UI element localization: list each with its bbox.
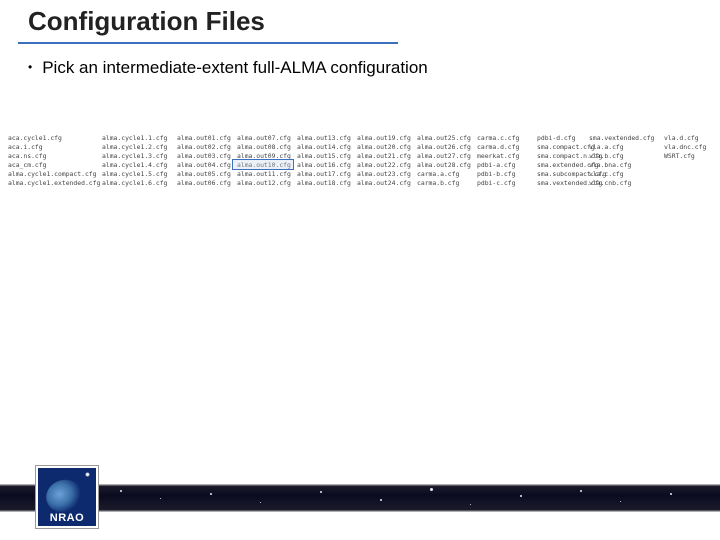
file-cell: alma.cycle1.2.cfg (102, 143, 177, 152)
file-cell: vla.b.cfg (589, 152, 664, 161)
file-cell: aca.cycle1.cfg (8, 134, 102, 143)
file-cell: sma.subcompact.cfg (537, 170, 589, 179)
file-cell: alma.out23.cfg (357, 170, 417, 179)
file-cell: aca_cm.cfg (8, 161, 102, 170)
file-cell: alma.out08.cfg (237, 143, 297, 152)
file-cell: pdbi-c.cfg (477, 179, 537, 188)
file-cell: vla.d.cfg (664, 134, 719, 143)
file-cell: alma.out26.cfg (417, 143, 477, 152)
file-cell: alma.cycle1.4.cfg (102, 161, 177, 170)
file-cell: aca.i.cfg (8, 143, 102, 152)
file-cell (664, 179, 719, 188)
file-cell: meerkat.cfg (477, 152, 537, 161)
file-cell: alma.out22.cfg (357, 161, 417, 170)
file-cell: vla.bna.cfg (589, 161, 664, 170)
file-cell: alma.out19.cfg (357, 134, 417, 143)
file-cell: alma.cycle1.6.cfg (102, 179, 177, 188)
bullet-line: • Pick an intermediate-extent full-ALMA … (28, 58, 428, 78)
file-cell: sma.vextended.cfg (537, 179, 589, 188)
file-cell: alma.out27.cfg (417, 152, 477, 161)
nrao-logo: NRAO (36, 466, 98, 528)
file-col-9: sma.vextended.cfg vla.a.cfg vla.b.cfg vl… (589, 134, 664, 188)
footer: NRAO (0, 466, 720, 530)
file-col-1: alma.cycle1.1.cfg alma.cycle1.2.cfg alma… (102, 134, 177, 188)
file-cell: alma.out02.cfg (177, 143, 237, 152)
file-cell: alma.out03.cfg (177, 152, 237, 161)
file-col-10: vla.d.cfg vla.dnc.cfg WSRT.cfg (664, 134, 719, 188)
file-cell: carma.b.cfg (417, 179, 477, 188)
file-cell: alma.out24.cfg (357, 179, 417, 188)
file-cell: alma.out01.cfg (177, 134, 237, 143)
file-col-6: alma.out25.cfg alma.out26.cfg alma.out27… (417, 134, 477, 188)
file-cell: alma.out21.cfg (357, 152, 417, 161)
file-cell: carma.c.cfg (477, 134, 537, 143)
file-cell: vla.cnb.cfg (589, 179, 664, 188)
file-cell (664, 161, 719, 170)
file-cell: alma.out11.cfg (237, 170, 297, 179)
file-cell: alma.cycle1.1.cfg (102, 134, 177, 143)
file-cell: WSRT.cfg (664, 152, 719, 161)
logo-swirl-icon (42, 475, 87, 517)
file-cell: alma.cycle1.3.cfg (102, 152, 177, 161)
file-listing: aca.cycle1.cfg aca.i.cfg aca.ns.cfg aca_… (8, 134, 719, 188)
selection-highlight (232, 159, 294, 170)
file-cell: alma.out07.cfg (237, 134, 297, 143)
file-col-7: carma.c.cfg carma.d.cfg meerkat.cfg pdbi… (477, 134, 537, 188)
file-col-2: alma.out01.cfg alma.out02.cfg alma.out03… (177, 134, 237, 188)
file-cell: pdbi-d.cfg (537, 134, 589, 143)
file-cell: alma.out25.cfg (417, 134, 477, 143)
file-cell: vla.c.cfg (589, 170, 664, 179)
file-cell: sma.vextended.cfg (589, 134, 664, 143)
file-cell: vla.dnc.cfg (664, 143, 719, 152)
file-cell: aca.ns.cfg (8, 152, 102, 161)
file-cell: alma.out13.cfg (297, 134, 357, 143)
file-cell: alma.out04.cfg (177, 161, 237, 170)
file-cell (664, 170, 719, 179)
file-cell: sma.compact.cfg (537, 143, 589, 152)
file-cell: alma.out14.cfg (297, 143, 357, 152)
file-cell: vla.a.cfg (589, 143, 664, 152)
file-cell: alma.out05.cfg (177, 170, 237, 179)
file-cell: alma.out16.cfg (297, 161, 357, 170)
page-title: Configuration Files (28, 6, 265, 37)
file-cell: alma.out06.cfg (177, 179, 237, 188)
file-cell: alma.cycle1.5.cfg (102, 170, 177, 179)
file-cell: alma.out12.cfg (237, 179, 297, 188)
file-cell: sma.extended.cfg (537, 161, 589, 170)
file-cell: pdbi-b.cfg (477, 170, 537, 179)
file-cell: sma.compact.n.cfg (537, 152, 589, 161)
file-col-5: alma.out19.cfg alma.out20.cfg alma.out21… (357, 134, 417, 188)
logo-text: NRAO (38, 512, 96, 524)
file-cell: alma.cycle1.compact.cfg (8, 170, 102, 179)
file-cell: alma.out17.cfg (297, 170, 357, 179)
bullet-text: Pick an intermediate-extent full-ALMA co… (42, 58, 428, 78)
bullet-dot: • (28, 60, 32, 74)
file-cell: alma.out18.cfg (297, 179, 357, 188)
file-col-0: aca.cycle1.cfg aca.i.cfg aca.ns.cfg aca_… (8, 134, 102, 188)
file-cell: alma.out20.cfg (357, 143, 417, 152)
file-cell: alma.out28.cfg (417, 161, 477, 170)
file-cell: carma.d.cfg (477, 143, 537, 152)
file-cell: pdbi-a.cfg (477, 161, 537, 170)
file-col-4: alma.out13.cfg alma.out14.cfg alma.out15… (297, 134, 357, 188)
title-underline (18, 42, 398, 44)
file-cell: carma.a.cfg (417, 170, 477, 179)
footer-band (0, 484, 720, 512)
file-cell: alma.out15.cfg (297, 152, 357, 161)
file-col-8: pdbi-d.cfg sma.compact.cfg sma.compact.n… (537, 134, 589, 188)
file-cell: alma.cycle1.extended.cfg (8, 179, 102, 188)
